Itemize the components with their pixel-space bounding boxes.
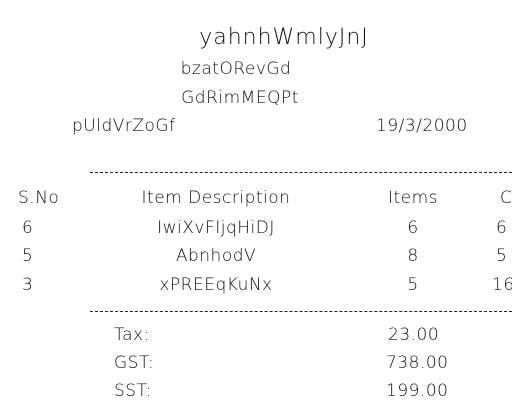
column-header-items: Items (387, 188, 439, 208)
row-description: xPREEqKuNx (159, 275, 273, 295)
receipt-date: 19/3/2000 (376, 116, 468, 136)
sst-value: 199.00 (386, 381, 449, 400)
divider-top (90, 172, 512, 173)
row-description: IwiXvFIjqHiDJ (157, 218, 275, 238)
tax-label: Tax: (114, 325, 150, 345)
column-header-sno: S.No (18, 188, 60, 208)
tax-value: 23.00 (388, 325, 440, 345)
row-cost: 16 (492, 275, 512, 295)
row-cost: 5 (496, 246, 508, 266)
row-cost: 6 (496, 218, 508, 238)
address-line-1: bzatORevGd (180, 59, 292, 79)
row-sno: 6 (22, 218, 34, 238)
divider-bottom (90, 311, 512, 312)
gst-label: GST: (114, 353, 155, 373)
row-items: 5 (407, 275, 419, 295)
address-line-2: GdRimMEQPt (181, 88, 299, 108)
row-items: 8 (407, 246, 419, 266)
row-description: AbnhodV (175, 246, 257, 266)
column-header-cost: C (500, 188, 512, 208)
column-header-description: Item Description (141, 188, 291, 208)
row-sno: 3 (22, 275, 34, 295)
gst-value: 738.00 (386, 353, 449, 373)
store-name: yahnhWmlyJnJ (199, 25, 369, 50)
row-items: 6 (407, 218, 419, 238)
receipt-code: pUldVrZoGf (72, 116, 176, 136)
row-sno: 5 (22, 246, 34, 266)
sst-label: SST: (114, 381, 152, 400)
